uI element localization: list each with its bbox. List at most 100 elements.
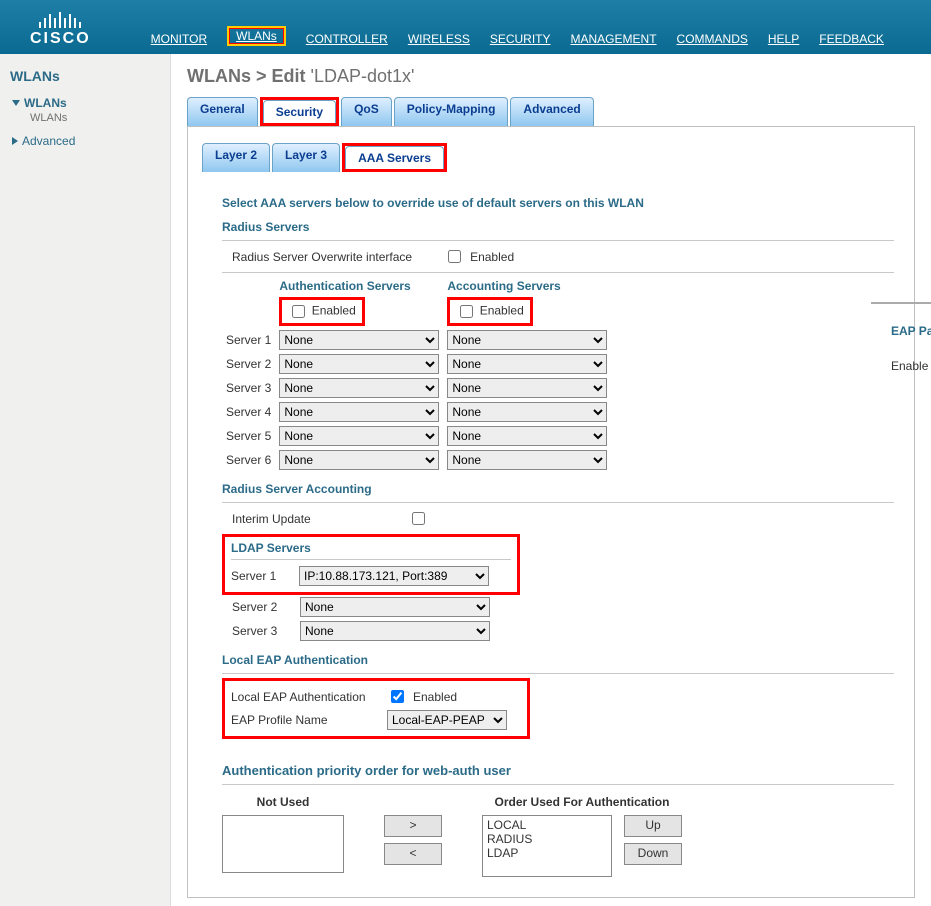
section-auth-priority: Authentication priority order for web-au… xyxy=(222,763,894,778)
acct-server-2-select[interactable]: None xyxy=(447,354,607,374)
move-left-button[interactable]: < xyxy=(384,843,442,865)
sidebar-item-advanced[interactable]: Advanced xyxy=(10,132,170,150)
acct-server-4-select[interactable]: None xyxy=(447,402,607,422)
server-row-label: Server 3 xyxy=(222,376,275,400)
menu-wlans[interactable]: WLANs xyxy=(236,29,277,43)
auth-server-6-select[interactable]: None xyxy=(279,450,439,470)
local-eap-highlight: Local EAP Authentication Enabled EAP Pro… xyxy=(222,678,530,739)
sidebar-item-label: Advanced xyxy=(22,134,75,148)
acct-server-3-select[interactable]: None xyxy=(447,378,607,398)
server-row-label: Server 2 xyxy=(222,352,275,376)
auth-servers-header: Authentication Servers xyxy=(275,277,443,295)
brand-text: CISCO xyxy=(30,30,91,48)
order-used-listbox[interactable]: LOCAL RADIUS LDAP xyxy=(482,815,612,877)
topbar: CISCO MONITOR WLANs CONTROLLER WIRELESS … xyxy=(0,0,931,54)
acct-enabled-checkbox[interactable] xyxy=(460,305,473,318)
list-item[interactable]: LOCAL xyxy=(487,818,607,832)
sidebar-item-label: WLANs xyxy=(24,96,67,110)
tab-policy-mapping[interactable]: Policy-Mapping xyxy=(394,97,509,126)
local-eap-auth-label: Local EAP Authentication xyxy=(231,690,381,704)
list-item[interactable]: RADIUS xyxy=(487,832,607,846)
auth-enabled-checkbox[interactable] xyxy=(292,305,305,318)
tab-qos[interactable]: QoS xyxy=(341,97,392,126)
section-radius-accounting: Radius Server Accounting xyxy=(222,482,894,496)
server-row-label: Server 4 xyxy=(222,400,275,424)
auth-order-panel: Not Used > < Order Used For Authenticati… xyxy=(222,795,894,877)
not-used-listbox[interactable] xyxy=(222,815,344,873)
menu-monitor[interactable]: MONITOR xyxy=(151,32,207,46)
chevron-right-icon xyxy=(12,137,18,145)
menu-controller[interactable]: CONTROLLER xyxy=(306,32,388,46)
main-panel: Layer 2 Layer 3 AAA Servers Select AAA s… xyxy=(187,126,915,898)
interim-update-checkbox[interactable] xyxy=(412,512,425,525)
menu-wireless[interactable]: WIRELESS xyxy=(408,32,470,46)
cisco-logo: CISCO xyxy=(30,10,91,48)
menu-help[interactable]: HELP xyxy=(768,32,799,46)
auth-server-3-select[interactable]: None xyxy=(279,378,439,398)
chevron-down-icon xyxy=(12,100,20,106)
auth-enabled-highlight: Enabled xyxy=(279,297,364,326)
section-eap-parameters: EAP Parameters xyxy=(891,324,931,338)
menu-feedback[interactable]: FEEDBACK xyxy=(819,32,884,46)
server-row-label: Server 1 xyxy=(222,328,275,352)
section-ldap-servers: LDAP Servers xyxy=(231,541,511,555)
auth-server-2-select[interactable]: None xyxy=(279,354,439,374)
move-up-button[interactable]: Up xyxy=(624,815,682,837)
acct-server-5-select[interactable]: None xyxy=(447,426,607,446)
acct-server-6-select[interactable]: None xyxy=(447,450,607,470)
subtab-layer3[interactable]: Layer 3 xyxy=(272,143,340,172)
radius-overwrite-checkbox[interactable] xyxy=(448,250,461,263)
order-used-header: Order Used For Authentication xyxy=(482,795,682,809)
server-row-label: Server 6 xyxy=(222,448,275,472)
page-title: WLANs > Edit 'LDAP-dot1x' xyxy=(187,66,915,87)
sidebar-subitem-wlans[interactable]: WLANs xyxy=(10,112,170,124)
top-menu: MONITOR WLANs CONTROLLER WIRELESS SECURI… xyxy=(151,26,884,48)
auth-server-1-select[interactable]: None xyxy=(279,330,439,350)
list-item[interactable]: LDAP xyxy=(487,846,607,860)
acct-server-1-select[interactable]: None xyxy=(447,330,607,350)
tab-general[interactable]: General xyxy=(187,97,258,126)
ldap-server-1-select[interactable]: IP:10.88.173.121, Port:389 xyxy=(299,566,489,586)
menu-security[interactable]: SECURITY xyxy=(490,32,551,46)
sidebar-heading: WLANs xyxy=(10,68,170,84)
ldap-server-2-select[interactable]: None xyxy=(300,597,490,617)
eap-profile-label: EAP Profile Name xyxy=(231,713,381,727)
divider xyxy=(871,302,931,304)
section-local-eap: Local EAP Authentication xyxy=(222,653,894,667)
tab-security-highlight: Security xyxy=(260,97,339,126)
sidebar-item-wlans[interactable]: WLANs xyxy=(10,94,170,112)
subtab-layer2[interactable]: Layer 2 xyxy=(202,143,270,172)
ldap-row-label: Server 3 xyxy=(232,624,294,638)
tab-security[interactable]: Security xyxy=(263,100,336,123)
acct-enabled-highlight: Enabled xyxy=(447,297,532,326)
eap-profile-select[interactable]: Local-EAP-PEAP xyxy=(387,710,507,730)
ldap-row-label: Server 1 xyxy=(231,569,293,583)
auth-server-5-select[interactable]: None xyxy=(279,426,439,446)
tabs-row1: General Security QoS Policy-Mapping Adva… xyxy=(187,97,915,126)
interim-update-label: Interim Update xyxy=(232,512,402,526)
local-eap-auth-checkbox[interactable] xyxy=(391,690,404,703)
not-used-header: Not Used xyxy=(222,795,344,809)
menu-management[interactable]: MANAGEMENT xyxy=(571,32,657,46)
move-right-button[interactable]: > xyxy=(384,815,442,837)
acct-servers-header: Accounting Servers xyxy=(443,277,611,295)
auth-server-4-select[interactable]: None xyxy=(279,402,439,422)
ldap-row-label: Server 2 xyxy=(232,600,294,614)
tabs-row2: Layer 2 Layer 3 AAA Servers xyxy=(202,143,900,172)
tab-advanced[interactable]: Advanced xyxy=(510,97,593,126)
section-radius-servers: Radius Servers xyxy=(222,220,894,234)
eap-enable-label: Enable xyxy=(891,359,931,373)
ldap-server-3-select[interactable]: None xyxy=(300,621,490,641)
subtab-aaa-highlight: AAA Servers xyxy=(342,143,447,172)
move-down-button[interactable]: Down xyxy=(624,843,682,865)
menu-wlans-highlight: WLANs xyxy=(227,26,286,46)
radius-server-table: Authentication Servers Accounting Server… xyxy=(222,277,611,472)
menu-commands[interactable]: COMMANDS xyxy=(677,32,748,46)
section-select-aaa: Select AAA servers below to override use… xyxy=(222,196,894,210)
server-row-label: Server 5 xyxy=(222,424,275,448)
ldap-servers-highlight: LDAP Servers Server 1 IP:10.88.173.121, … xyxy=(222,534,520,595)
subtab-aaa-servers[interactable]: AAA Servers xyxy=(345,146,444,169)
sidebar: WLANs WLANs WLANs Advanced xyxy=(0,54,171,906)
eap-parameters-panel: EAP Parameters Enable xyxy=(891,324,931,377)
cisco-bars-icon xyxy=(39,10,81,28)
